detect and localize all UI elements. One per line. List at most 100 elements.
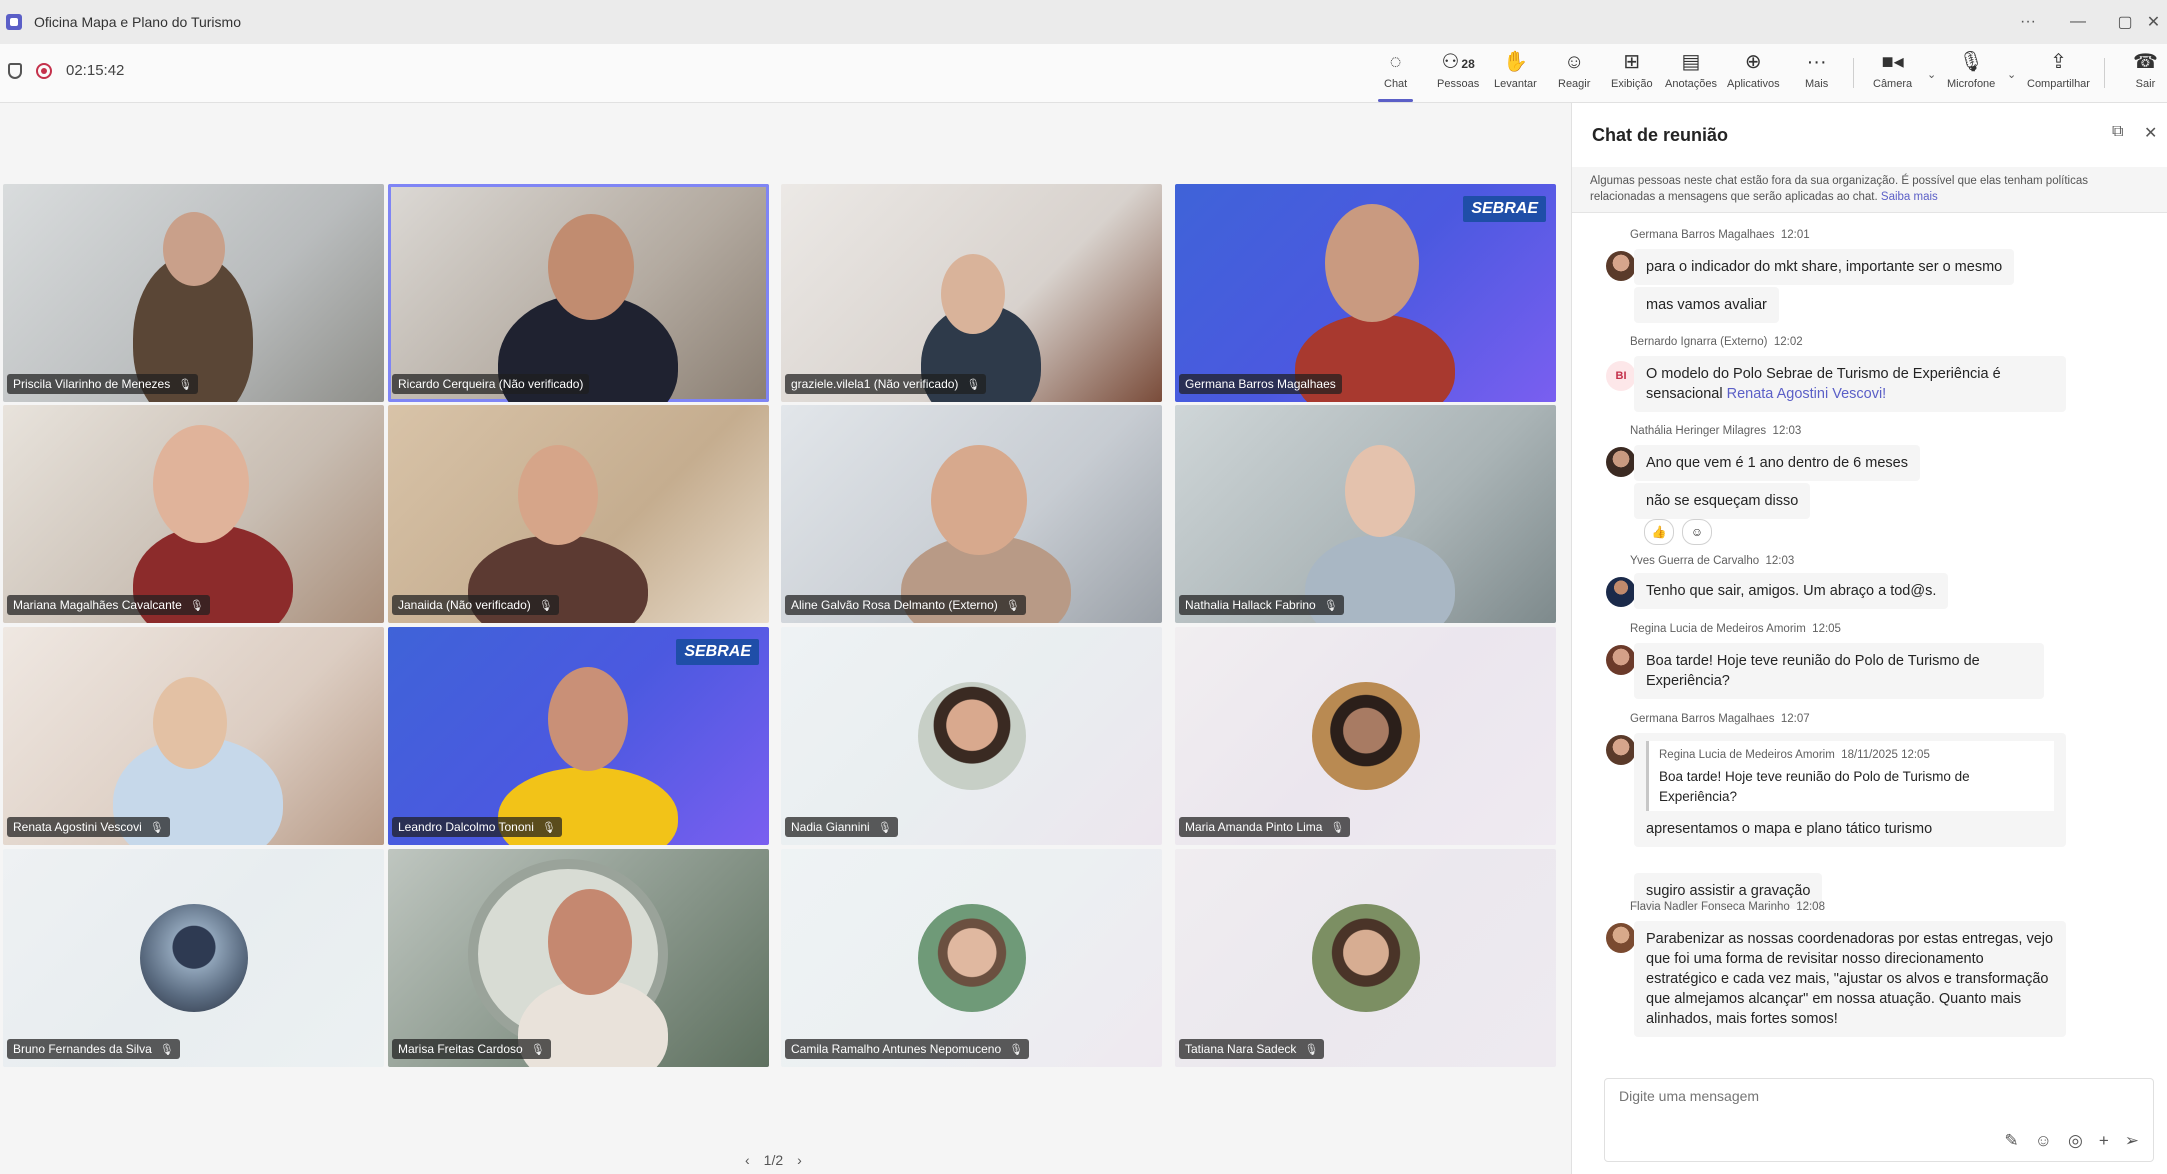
sender-name: Flavia Nadler Fonseca Marinho bbox=[1630, 901, 1790, 913]
participant-name: Bruno Fernandes da Silva bbox=[13, 1042, 152, 1056]
participant-name: Tatiana Nara Sadeck bbox=[1185, 1042, 1297, 1056]
mic-off-icon: 🎙 bbox=[1009, 1043, 1024, 1056]
participant-tile[interactable]: Renata Agostini Vescovi 🎙 bbox=[3, 627, 384, 845]
chat-message[interactable]: Parabenizar as nossas coordenadoras por … bbox=[1634, 921, 2066, 1037]
mic-off-icon: 🎙 bbox=[159, 1043, 174, 1056]
chat-message[interactable]: mas vamos avaliar bbox=[1634, 287, 1779, 323]
participant-tile[interactable]: SEBRAE Leandro Dalcolmo Tononi 🎙 bbox=[388, 627, 769, 845]
loop-icon[interactable]: ◎ bbox=[2068, 1131, 2083, 1151]
participant-tile[interactable]: Nadia Giannini 🎙 bbox=[781, 627, 1162, 845]
participant-tile[interactable]: Mariana Magalhães Cavalcante 🎙 bbox=[3, 405, 384, 623]
share-button[interactable]: ⇪ Compartilhar bbox=[2027, 50, 2090, 98]
participant-name: Marisa Freitas Cardoso bbox=[398, 1042, 523, 1056]
participant-tile[interactable]: Priscila Vilarinho de Menezes 🎙 bbox=[3, 184, 384, 402]
participant-name: graziele.vilela1 (Não verificado) bbox=[791, 377, 959, 391]
send-icon[interactable]: ➢ bbox=[2125, 1131, 2139, 1151]
thumbs-up-reaction-icon[interactable]: 👍 bbox=[1644, 519, 1674, 545]
close-window-icon[interactable]: ✕ bbox=[2140, 0, 2167, 44]
sebrae-logo: SEBRAE bbox=[1463, 196, 1546, 222]
mic-off-icon: 🎙 bbox=[966, 378, 981, 391]
participant-avatar bbox=[917, 904, 1026, 1012]
mic-off-icon: 🎙 bbox=[1323, 599, 1338, 612]
raise-hand-button[interactable]: ✋ Levantar bbox=[1494, 50, 1537, 98]
participant-tile[interactable]: Maria Amanda Pinto Lima 🎙 bbox=[1175, 627, 1556, 845]
more-options-icon[interactable]: ··· bbox=[2006, 0, 2050, 44]
participant-tile[interactable]: Janaiida (Não verificado) 🎙 bbox=[388, 405, 769, 623]
format-icon[interactable]: ✎ bbox=[2004, 1131, 2018, 1151]
avatar bbox=[1606, 251, 1636, 281]
notes-icon: ▤ bbox=[1681, 51, 1701, 73]
quoted-message[interactable]: Regina Lucia de Medeiros Amorim 18/11/20… bbox=[1646, 741, 2054, 811]
participant-tile-active-speaker[interactable]: Ricardo Cerqueira (Não verificado) bbox=[388, 184, 769, 402]
avatar bbox=[1606, 577, 1636, 607]
chat-button[interactable]: ◌ Chat bbox=[1377, 50, 1414, 102]
participant-tile[interactable]: Camila Ramalho Antunes Nepomuceno 🎙 bbox=[781, 849, 1162, 1067]
add-reaction-icon[interactable]: ☺ bbox=[1682, 519, 1712, 545]
compose-box: ✎ ☺ ◎ + ➢ bbox=[1604, 1078, 2154, 1162]
sender-name: Germana Barros Magalhaes bbox=[1630, 713, 1775, 725]
message-time: 12:07 bbox=[1780, 713, 1810, 725]
participant-tile[interactable]: Tatiana Nara Sadeck 🎙 bbox=[1175, 849, 1556, 1067]
chat-message[interactable]: Tenho que sair, amigos. Um abraço a tod@… bbox=[1634, 573, 1949, 609]
minimize-icon[interactable]: — bbox=[2056, 0, 2100, 44]
window-title: Oficina Mapa e Plano do Turismo bbox=[34, 14, 241, 30]
participant-avatar bbox=[139, 904, 248, 1012]
pop-out-icon[interactable]: ⧉ bbox=[2112, 123, 2123, 141]
participant-tile[interactable]: Bruno Fernandes da Silva 🎙 bbox=[3, 849, 384, 1067]
participant-tile[interactable]: Marisa Freitas Cardoso 🎙 bbox=[388, 849, 769, 1067]
message-time: 12:02 bbox=[1773, 336, 1803, 348]
gallery-pager: ‹ 1/2 › bbox=[745, 1152, 802, 1168]
quoted-text: Boa tarde! Hoje teve reunião do Polo de … bbox=[1659, 769, 1970, 804]
participant-name: Mariana Magalhães Cavalcante bbox=[13, 598, 182, 612]
close-chat-icon[interactable]: ✕ bbox=[2144, 123, 2157, 143]
smiley-icon: ☺ bbox=[1563, 51, 1585, 73]
microphone-button[interactable]: 🎙 Microfone bbox=[1947, 50, 1995, 98]
participant-tile[interactable]: Nathalia Hallack Fabrino 🎙 bbox=[1175, 405, 1556, 623]
participant-name: Nathalia Hallack Fabrino bbox=[1185, 598, 1316, 612]
message-input[interactable] bbox=[1617, 1087, 2121, 1105]
toolbar-divider bbox=[1853, 58, 1854, 88]
apps-button[interactable]: ⊕ Aplicativos bbox=[1727, 50, 1780, 98]
participant-name: Ricardo Cerqueira (Não verificado) bbox=[398, 377, 584, 391]
chat-message[interactable]: O modelo do Polo Sebrae de Turismo de Ex… bbox=[1634, 356, 2066, 412]
grid-view-icon: ⊞ bbox=[1623, 51, 1641, 73]
learn-more-link[interactable]: Saiba mais bbox=[1881, 191, 1938, 203]
more-button[interactable]: ··· Mais bbox=[1805, 50, 1828, 98]
chat-message[interactable]: Ano que vem é 1 ano dentro de 6 meses bbox=[1634, 445, 1920, 481]
mic-off-icon: 🎙 bbox=[149, 821, 164, 834]
chat-message[interactable]: Boa tarde! Hoje teve reunião do Polo de … bbox=[1634, 643, 2044, 699]
notes-button[interactable]: ▤ Anotações bbox=[1665, 50, 1717, 98]
message-time: 12:08 bbox=[1796, 901, 1825, 913]
chat-message[interactable]: não se esqueçam disso bbox=[1634, 483, 1811, 519]
mic-off-icon: 🎙 bbox=[1005, 599, 1020, 612]
prev-page-icon[interactable]: ‹ bbox=[745, 1152, 750, 1168]
participant-tile[interactable]: Aline Galvão Rosa Delmanto (Externo) 🎙 bbox=[781, 405, 1162, 623]
next-page-icon[interactable]: › bbox=[797, 1152, 802, 1168]
people-button[interactable]: ⚇ 28 Pessoas bbox=[1437, 50, 1479, 98]
ellipsis-icon: ··· bbox=[1806, 51, 1827, 73]
participant-tile[interactable]: SEBRAE Germana Barros Magalhaes bbox=[1175, 184, 1556, 402]
camera-options-chevron-icon[interactable]: ⌄ bbox=[1927, 68, 1936, 81]
chat-message-with-quote[interactable]: Regina Lucia de Medeiros Amorim 18/11/20… bbox=[1634, 733, 2066, 847]
participant-name: Nadia Giannini bbox=[791, 820, 870, 834]
chat-message[interactable]: para o indicador do mkt share, important… bbox=[1634, 249, 2015, 285]
view-button[interactable]: ⊞ Exibição bbox=[1611, 50, 1653, 98]
emoji-icon[interactable]: ☺ bbox=[2035, 1131, 2052, 1151]
camera-button[interactable]: ■◂ Câmera bbox=[1873, 50, 1912, 98]
meeting-toolbar: 02:15:42 ◌ Chat ⚇ 28 Pessoas ✋ Levantar ☺… bbox=[0, 44, 2167, 103]
plus-icon[interactable]: + bbox=[2099, 1131, 2109, 1151]
mention-link[interactable]: Renata Agostini Vescovi! bbox=[1727, 386, 1887, 402]
participant-name: Aline Galvão Rosa Delmanto (Externo) bbox=[791, 598, 998, 612]
avatar bbox=[1606, 735, 1636, 765]
shield-icon bbox=[8, 62, 22, 79]
page-indicator: 1/2 bbox=[763, 1152, 784, 1168]
leave-button[interactable]: ☎ Sair bbox=[2133, 50, 2158, 98]
sender-name: Regina Lucia de Medeiros Amorim bbox=[1630, 623, 1806, 635]
mic-options-chevron-icon[interactable]: ⌄ bbox=[2007, 68, 2016, 81]
react-button[interactable]: ☺ Reagir bbox=[1558, 50, 1590, 98]
people-icon: ⚇ 28 bbox=[1441, 51, 1475, 73]
participant-name: Renata Agostini Vescovi bbox=[13, 820, 142, 834]
message-time: 12:05 bbox=[1812, 623, 1841, 635]
participant-tile[interactable]: graziele.vilela1 (Não verificado) 🎙 bbox=[781, 184, 1162, 402]
sender-name: Bernardo Ignarra (Externo) bbox=[1630, 336, 1768, 348]
